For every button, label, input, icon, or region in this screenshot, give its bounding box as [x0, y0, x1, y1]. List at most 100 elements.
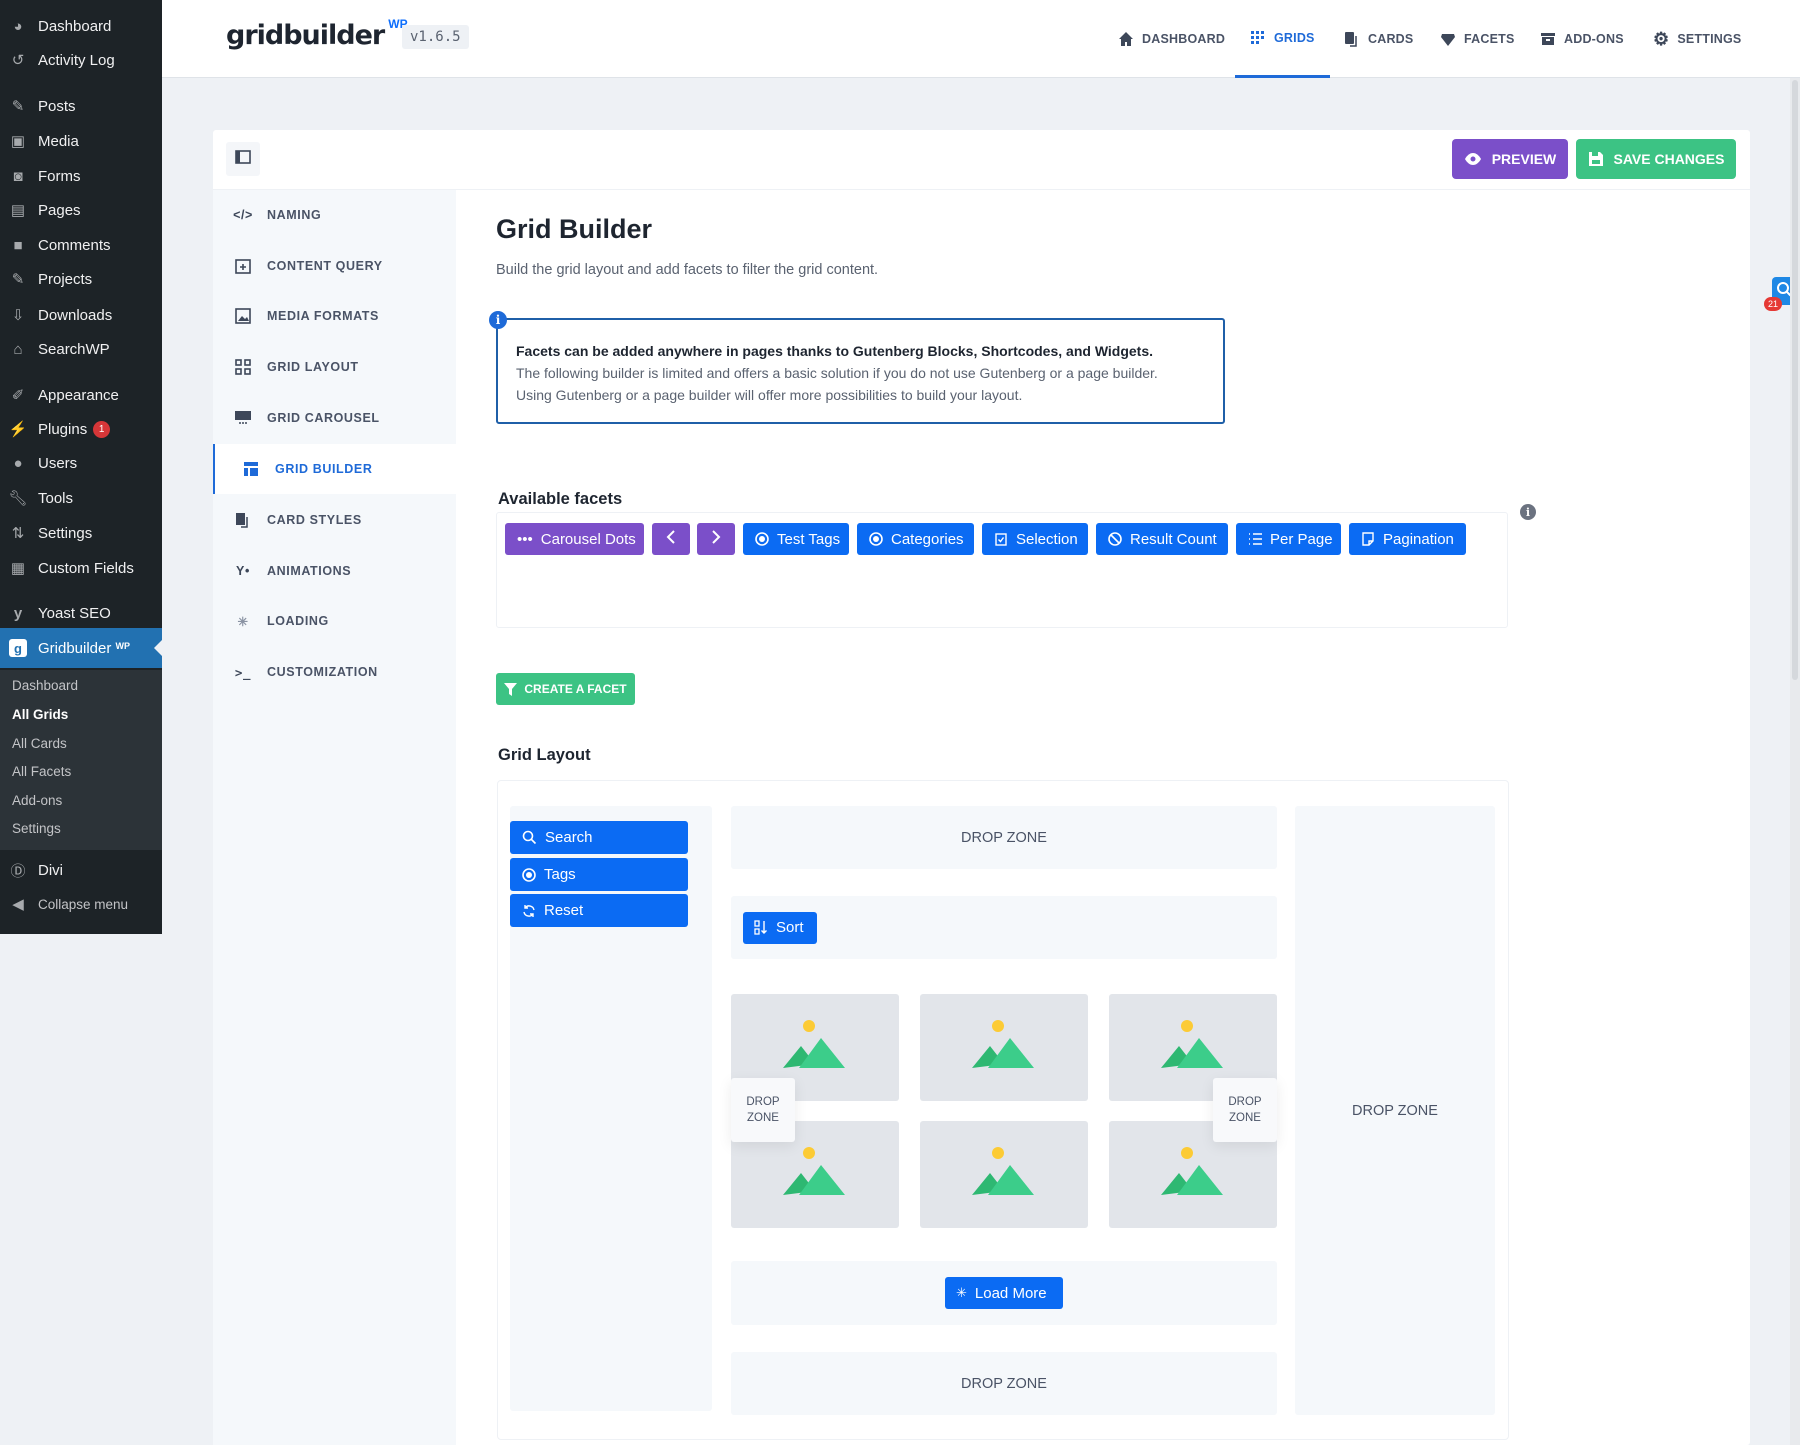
page-subtitle: Build the grid layout and add facets to …	[496, 262, 879, 278]
nav-settings[interactable]: ⚙ SETTINGS	[1653, 0, 1741, 78]
settings-nav-grid-carousel[interactable]: GRID CAROUSEL	[213, 393, 456, 443]
wp-menu-custom-fields[interactable]: ▦ Custom Fields	[0, 551, 162, 585]
settings-nav-loading[interactable]: ✳ LOADING	[213, 596, 456, 646]
settings-nav-animations[interactable]: Y• ANIMATIONS	[213, 546, 456, 596]
wp-menu-users[interactable]: ● Users	[0, 446, 162, 480]
right-drop-zone[interactable]: DROP ZONE	[1295, 806, 1495, 1415]
counter-icon	[1108, 532, 1122, 546]
wp-menu-settings[interactable]: ⇅ Settings	[0, 516, 162, 550]
scrollbar-thumb[interactable]	[1792, 80, 1798, 680]
wp-admin-sidebar: ◕ Dashboard ↺ Activity Log ✎ Posts ▣ Media ◙…	[0, 0, 162, 934]
wp-submenu-dashboard[interactable]: Dashboard	[12, 678, 78, 693]
wp-menu-posts[interactable]: ✎ Posts	[0, 89, 162, 123]
facet-selection[interactable]: Selection	[982, 523, 1088, 555]
facet-pagination[interactable]: Pagination	[1349, 523, 1466, 555]
nav-dashboard[interactable]: DASHBOARD	[1118, 0, 1225, 78]
wp-submenu: Dashboard All Grids All Cards All Facets…	[0, 670, 162, 850]
archive-icon	[1540, 31, 1556, 47]
bottom-drop-zone[interactable]: DROP ZONE	[731, 1352, 1277, 1415]
eye-icon	[1464, 153, 1482, 165]
wp-menu-divi[interactable]: Ⓓ Divi	[0, 853, 162, 887]
wp-menu-forms[interactable]: ◙ Forms	[0, 159, 162, 193]
page-icon	[1361, 532, 1375, 546]
settings-nav-grid-layout[interactable]: GRID LAYOUT	[213, 342, 456, 392]
wp-menu-projects[interactable]: ✎ Projects	[0, 262, 162, 296]
wp-menu-pages[interactable]: ▤ Pages	[0, 193, 162, 227]
facet-test-tags[interactable]: Test Tags	[743, 523, 849, 555]
wp-submenu-all-grids[interactable]: All Grids	[12, 707, 68, 722]
layout-facet-load-more[interactable]: ✳ Load More	[945, 1277, 1063, 1309]
grid-dots-icon	[1250, 30, 1266, 46]
wp-collapse-menu[interactable]: ◀ Collapse menu	[0, 887, 162, 921]
toggle-sidebar-button[interactable]	[226, 142, 260, 176]
nav-add-ons[interactable]: ADD-ONS	[1540, 0, 1624, 78]
sort-drop-zone[interactable]: Sort	[731, 896, 1277, 959]
settings-nav-card-styles[interactable]: CARD STYLES	[213, 495, 456, 545]
settings-nav-grid-builder[interactable]: GRID BUILDER	[213, 444, 456, 494]
image-placeholder-icon	[783, 1147, 847, 1202]
nav-grids[interactable]: GRIDS	[1235, 0, 1330, 78]
home-icon	[1118, 31, 1134, 47]
version-badge: v1.6.5	[402, 25, 469, 49]
spinner-icon: ✳	[956, 1285, 967, 1300]
carousel-icon	[233, 410, 253, 426]
wp-menu-media[interactable]: ▣ Media	[0, 124, 162, 158]
wp-menu-searchwp[interactable]: ⌂ SearchWP	[0, 332, 162, 366]
wp-menu-plugins[interactable]: ⚡ Plugins 1	[0, 412, 162, 446]
gear-icon: ⚙	[1653, 28, 1670, 49]
nav-facets[interactable]: FACETS	[1440, 0, 1515, 78]
wp-submenu-all-facets[interactable]: All Facets	[12, 764, 71, 779]
settings-nav-content-query[interactable]: CONTENT QUERY	[213, 241, 456, 291]
page-scrollbar[interactable]	[1790, 78, 1800, 1445]
top-drop-zone[interactable]: DROP ZONE	[731, 806, 1277, 869]
facet-categories[interactable]: Categories	[857, 523, 974, 555]
wp-submenu-add-ons[interactable]: Add-ons	[12, 793, 62, 808]
load-more-drop-zone[interactable]: ✳ Load More	[731, 1261, 1277, 1325]
available-facets-list: ••• Carousel Dots Test Tags Categories Se…	[496, 512, 1508, 628]
facets-help-icon[interactable]: i	[1520, 504, 1536, 520]
wp-menu-yoast-seo[interactable]: y Yoast SEO	[0, 596, 162, 630]
settings-nav-customization[interactable]: >_ CUSTOMIZATION	[213, 647, 456, 697]
layout-facet-tags[interactable]: Tags	[510, 858, 688, 891]
image-icon	[233, 308, 253, 324]
layout-facet-reset[interactable]: Reset	[510, 894, 688, 927]
wp-menu-gridbuilder[interactable]: g Gridbuilder WP	[0, 628, 162, 668]
radio-icon	[869, 532, 883, 546]
dashboard-icon: ◕	[13, 17, 23, 35]
facet-carousel-prev[interactable]	[652, 523, 690, 555]
wp-menu-dashboard[interactable]: ◕ Dashboard	[0, 9, 162, 43]
layout-facet-sort[interactable]: Sort	[743, 911, 817, 944]
preview-button[interactable]: PREVIEW	[1452, 139, 1568, 179]
settings-nav-media-formats[interactable]: MEDIA FORMATS	[213, 291, 456, 341]
clipboard-check-icon	[994, 532, 1008, 546]
facet-result-count[interactable]: Result Count	[1096, 523, 1228, 555]
image-placeholder-icon	[972, 1020, 1036, 1075]
left-inline-drop-zone[interactable]: DROP ZONE	[731, 1078, 795, 1142]
facet-carousel-next[interactable]	[697, 523, 735, 555]
nav-cards[interactable]: CARDS	[1344, 0, 1413, 78]
settings-icon: ⇅	[11, 525, 25, 542]
gridbuilder-icon: g	[8, 638, 28, 658]
wp-menu-downloads[interactable]: ⇩ Downloads	[0, 298, 162, 332]
radio-icon	[755, 532, 769, 546]
wp-menu-comments[interactable]: ■ Comments	[0, 228, 162, 262]
diamond-icon	[1440, 31, 1456, 47]
wp-menu-tools[interactable]: 🔧︎ Tools	[0, 481, 162, 515]
forms-icon: ◙	[13, 167, 23, 185]
dots-icon: •••	[517, 530, 533, 548]
create-facet-button[interactable]: CREATE A FACET	[496, 673, 635, 705]
facet-per-page[interactable]: Per Page	[1236, 523, 1341, 555]
layout-facet-search[interactable]: Search	[510, 821, 688, 854]
refresh-icon	[522, 904, 536, 918]
facet-carousel-dots[interactable]: ••• Carousel Dots	[505, 523, 644, 555]
wp-menu-appearance[interactable]: ✐ Appearance	[0, 378, 162, 412]
collapse-icon: ◀	[12, 896, 24, 913]
save-changes-button[interactable]: SAVE CHANGES	[1576, 139, 1736, 179]
wp-submenu-settings[interactable]: Settings	[12, 821, 61, 836]
wp-menu-activity-log[interactable]: ↺ Activity Log	[0, 43, 162, 77]
settings-nav-naming[interactable]: </> NAMING	[213, 190, 456, 240]
image-placeholder-icon	[783, 1020, 847, 1075]
wp-submenu-all-cards[interactable]: All Cards	[12, 736, 67, 751]
right-inline-drop-zone[interactable]: DROP ZONE	[1213, 1078, 1277, 1142]
image-placeholder-icon	[972, 1147, 1036, 1202]
